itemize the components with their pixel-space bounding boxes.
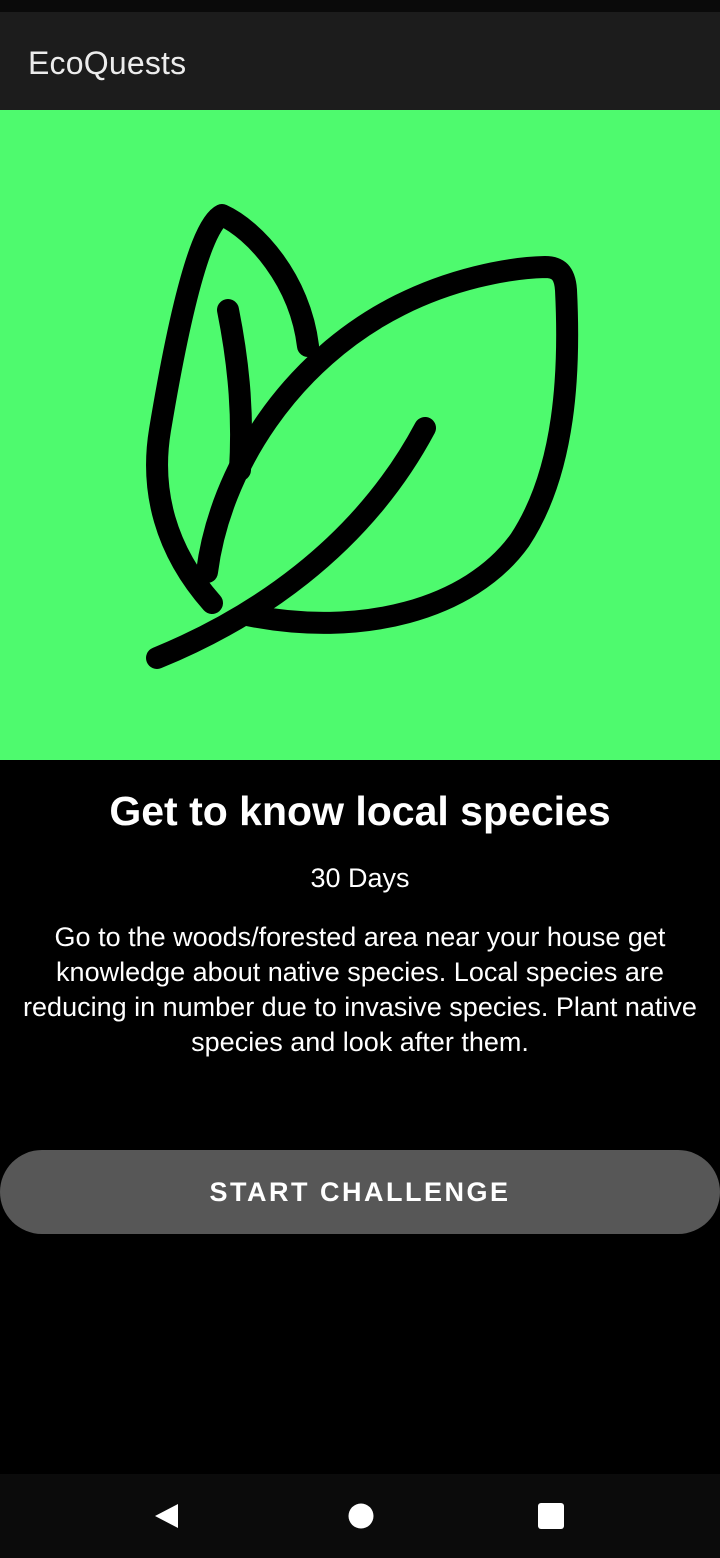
home-circle-icon [348, 1503, 374, 1529]
home-button[interactable] [316, 1474, 406, 1558]
challenge-description: Go to the woods/forested area near your … [23, 922, 697, 1057]
recents-button[interactable] [506, 1474, 596, 1558]
leaf-icon [146, 204, 579, 669]
start-challenge-button[interactable]: START CHALLENGE [0, 1150, 720, 1234]
challenge-title: Get to know local species [109, 788, 611, 834]
back-triangle-icon [155, 1504, 178, 1528]
recents-square-icon [538, 1503, 564, 1529]
app-bar: EcoQuests [0, 12, 720, 110]
challenge-duration: 30 Days [310, 863, 410, 893]
hero-banner [0, 110, 720, 760]
status-bar [0, 0, 720, 12]
system-navigation-bar [0, 1474, 720, 1558]
back-button[interactable] [122, 1474, 212, 1558]
app-title: EcoQuests [28, 44, 187, 81]
